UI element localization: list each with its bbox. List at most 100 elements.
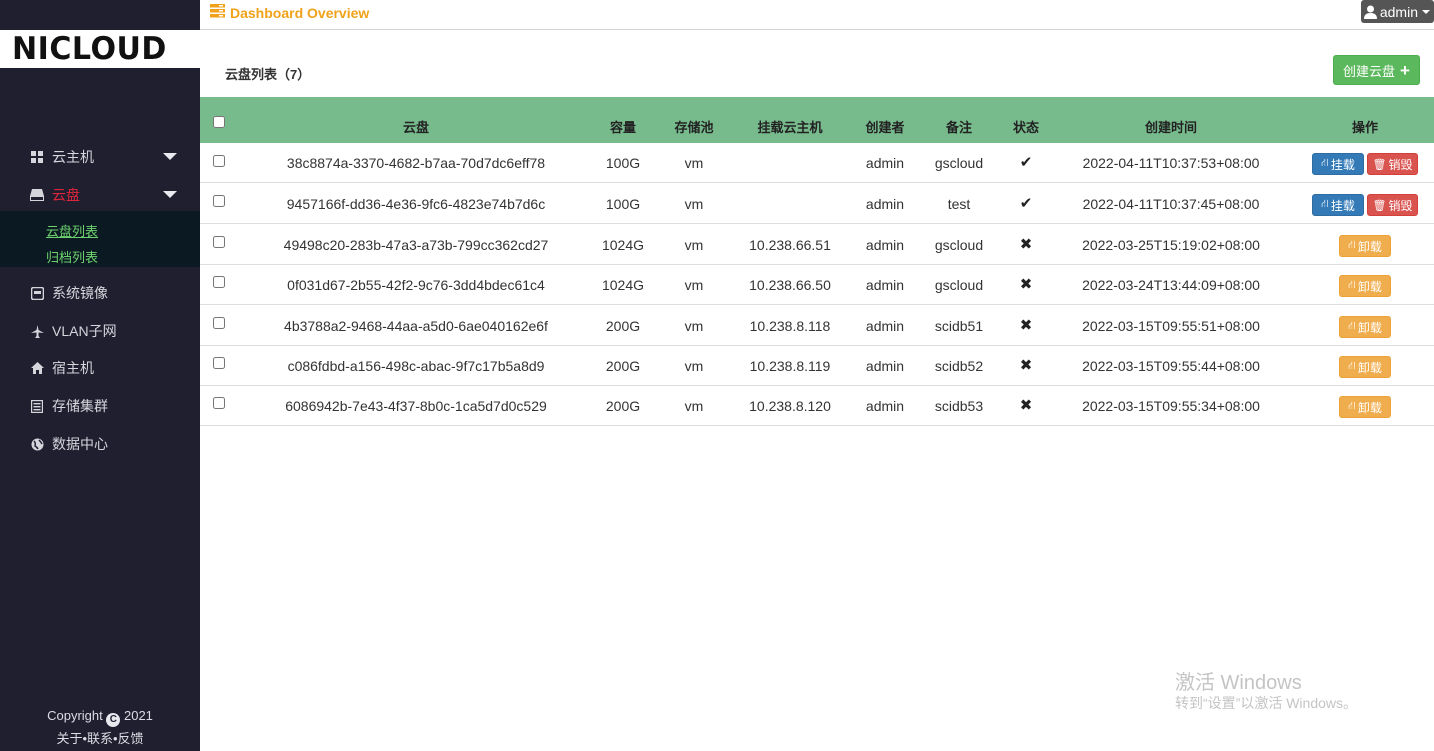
dashboard-icon bbox=[210, 4, 225, 21]
mounted-host: 10.238.8.120 bbox=[749, 398, 831, 414]
unmount-icon: ⛙ bbox=[1348, 360, 1356, 372]
mounted-host: 10.238.66.51 bbox=[749, 237, 831, 253]
created-time: 2022-03-15T09:55:51+08:00 bbox=[1082, 318, 1260, 334]
copyright-icon: C bbox=[106, 713, 121, 727]
mount-label: 挂载 bbox=[1330, 198, 1355, 213]
mounted-host: 10.238.66.50 bbox=[749, 277, 831, 293]
column-header[interactable]: 云盘 bbox=[403, 117, 429, 136]
column-header[interactable]: 挂载云主机 bbox=[757, 117, 822, 136]
chevron-down-icon bbox=[1422, 9, 1430, 14]
logo[interactable]: NICLOUD bbox=[0, 30, 200, 68]
column-header[interactable]: 创建时间 bbox=[1145, 117, 1197, 136]
destroy-button[interactable]: 🗑 销毁 bbox=[1367, 194, 1418, 216]
create-disk-label: 创建云盘 bbox=[1343, 63, 1396, 79]
cross-icon: ✖ bbox=[1019, 357, 1033, 374]
sidebar-item-vlan[interactable]: VLAN子网 bbox=[0, 312, 200, 350]
unmount-button[interactable]: ⛙ 卸载 bbox=[1339, 316, 1391, 338]
page-title: 云盘列表（7） bbox=[225, 67, 311, 82]
row-checkbox[interactable] bbox=[213, 155, 225, 167]
column-header[interactable]: 备注 bbox=[946, 117, 972, 136]
mounted-host: 10.238.8.118 bbox=[749, 318, 831, 334]
sidebar-item-storage[interactable]: 存储集群 bbox=[0, 387, 200, 425]
column-header[interactable]: 操作 bbox=[1352, 117, 1378, 136]
footer-links[interactable]: 关于•联系•反馈 bbox=[0, 728, 200, 747]
unmount-icon: ⛙ bbox=[1348, 239, 1356, 251]
row-checkbox[interactable] bbox=[213, 236, 225, 248]
unmount-button[interactable]: ⛙ 卸载 bbox=[1339, 396, 1391, 418]
column-header[interactable]: 状态 bbox=[1013, 117, 1039, 136]
grid-icon bbox=[30, 150, 44, 164]
sidebar-item-label: 系统镜像 bbox=[52, 285, 108, 301]
sidebar-item-label: 云盘 bbox=[52, 187, 80, 203]
disk-size: 100G bbox=[605, 155, 641, 171]
globe-icon bbox=[30, 437, 44, 451]
row-checkbox[interactable] bbox=[213, 397, 225, 409]
sidebar-item-vm[interactable]: 云主机 bbox=[0, 138, 200, 176]
disk-id[interactable]: 49498c20-283b-47a3-a73b-799cc362cd27 bbox=[284, 237, 549, 253]
chevron-down-icon bbox=[163, 191, 177, 198]
unmount-label: 卸载 bbox=[1357, 279, 1382, 294]
unmount-button[interactable]: ⛙ 卸载 bbox=[1339, 235, 1391, 257]
disk-id[interactable]: c086fdbd-a156-498c-abac-9f7c17b5a8d9 bbox=[288, 358, 545, 374]
sidebar-item-hosts[interactable]: 宿主机 bbox=[0, 349, 200, 387]
unmount-button[interactable]: ⛙ 卸载 bbox=[1339, 275, 1391, 297]
submenu-item-archive-list[interactable]: 归档列表 bbox=[46, 247, 98, 266]
submenu-item-disk-list[interactable]: 云盘列表 bbox=[46, 221, 98, 240]
destroy-button[interactable]: 🗑 销毁 bbox=[1367, 153, 1418, 175]
unmount-button[interactable]: ⛙ 卸载 bbox=[1339, 356, 1391, 378]
disk-creator: admin bbox=[865, 277, 905, 293]
sidebar-item-images[interactable]: 系统镜像 bbox=[0, 274, 200, 312]
disk-pool: vm bbox=[684, 237, 704, 253]
row-checkbox[interactable] bbox=[213, 276, 225, 288]
created-time: 2022-03-25T15:19:02+08:00 bbox=[1082, 237, 1260, 253]
copyright-year: 2021 bbox=[123, 708, 153, 723]
disk-size: 200G bbox=[605, 398, 641, 414]
trash-icon: 🗑 bbox=[1372, 158, 1387, 171]
disk-id[interactable]: 9457166f-dd36-4e36-9fc6-4823e74b7d6c bbox=[287, 196, 545, 212]
create-disk-button[interactable]: 创建云盘 + bbox=[1333, 55, 1420, 85]
disk-pool: vm bbox=[684, 398, 704, 414]
footer-copyright: Copyright C 2021 bbox=[0, 708, 200, 727]
disk-id[interactable]: 6086942b-7e43-4f37-8b0c-1ca5d7d0c529 bbox=[285, 398, 547, 414]
plane-icon bbox=[30, 324, 44, 338]
created-time: 2022-03-24T13:44:09+08:00 bbox=[1082, 277, 1260, 293]
mount-button[interactable]: ⛙ 挂载 bbox=[1312, 153, 1364, 175]
user-icon bbox=[1363, 5, 1377, 19]
table-header: 云盘 容量 存储池 挂载云主机 创建者 备注 状态 创建时间 操作 bbox=[200, 97, 1434, 143]
disk-note: test bbox=[947, 196, 971, 212]
user-menu-button[interactable]: admin bbox=[1360, 0, 1434, 23]
column-header[interactable]: 存储池 bbox=[674, 117, 713, 136]
select-all-checkbox[interactable] bbox=[213, 116, 225, 128]
dashboard-title[interactable]: Dashboard Overview bbox=[210, 4, 369, 21]
sidebar: NICLOUD 云主机 云盘 云盘列表 归档列表 系统镜像 VLAN子网 宿主机… bbox=[0, 0, 200, 751]
disk-pool: vm bbox=[684, 155, 704, 171]
column-header[interactable]: 创建者 bbox=[865, 117, 904, 136]
unmount-label: 卸载 bbox=[1357, 239, 1382, 254]
sidebar-item-label: 宿主机 bbox=[52, 360, 94, 376]
disk-creator: admin bbox=[865, 196, 905, 212]
disk-creator: admin bbox=[865, 318, 905, 334]
activation-watermark-title: 激活 Windows bbox=[1175, 672, 1302, 694]
disk-id[interactable]: 0f031d67-2b55-42f2-9c76-3dd4bdec61c4 bbox=[287, 277, 545, 293]
submenu: 云盘列表 归档列表 bbox=[0, 211, 200, 267]
row-checkbox[interactable] bbox=[213, 317, 225, 329]
row-checkbox[interactable] bbox=[213, 195, 225, 207]
row-checkbox[interactable] bbox=[213, 357, 225, 369]
sidebar-item-datacenter[interactable]: 数据中心 bbox=[0, 425, 200, 463]
disk-pool: vm bbox=[684, 277, 704, 293]
disk-id[interactable]: 4b3788a2-9468-44aa-a5d0-6ae040162e6f bbox=[284, 318, 548, 334]
disk-id[interactable]: 38c8874a-3370-4682-b7aa-70d7dc6eff78 bbox=[287, 155, 545, 171]
destroy-label: 销毁 bbox=[1388, 198, 1413, 213]
sidebar-item-disk[interactable]: 云盘 bbox=[0, 176, 200, 214]
mount-icon: ⛙ bbox=[1321, 157, 1329, 169]
disk-pool: vm bbox=[684, 318, 704, 334]
check-icon: ✔ bbox=[1019, 154, 1033, 171]
unmount-icon: ⛙ bbox=[1348, 400, 1356, 412]
check-icon: ✔ bbox=[1019, 195, 1033, 212]
mount-button[interactable]: ⛙ 挂载 bbox=[1312, 194, 1364, 216]
column-header[interactable]: 容量 bbox=[610, 117, 636, 136]
activation-watermark-subtitle: 转到“设置”以激活 Windows。 bbox=[1175, 695, 1358, 711]
unmount-label: 卸载 bbox=[1357, 320, 1382, 335]
hdd-icon bbox=[30, 188, 44, 202]
disk-note: scidb51 bbox=[934, 318, 984, 334]
